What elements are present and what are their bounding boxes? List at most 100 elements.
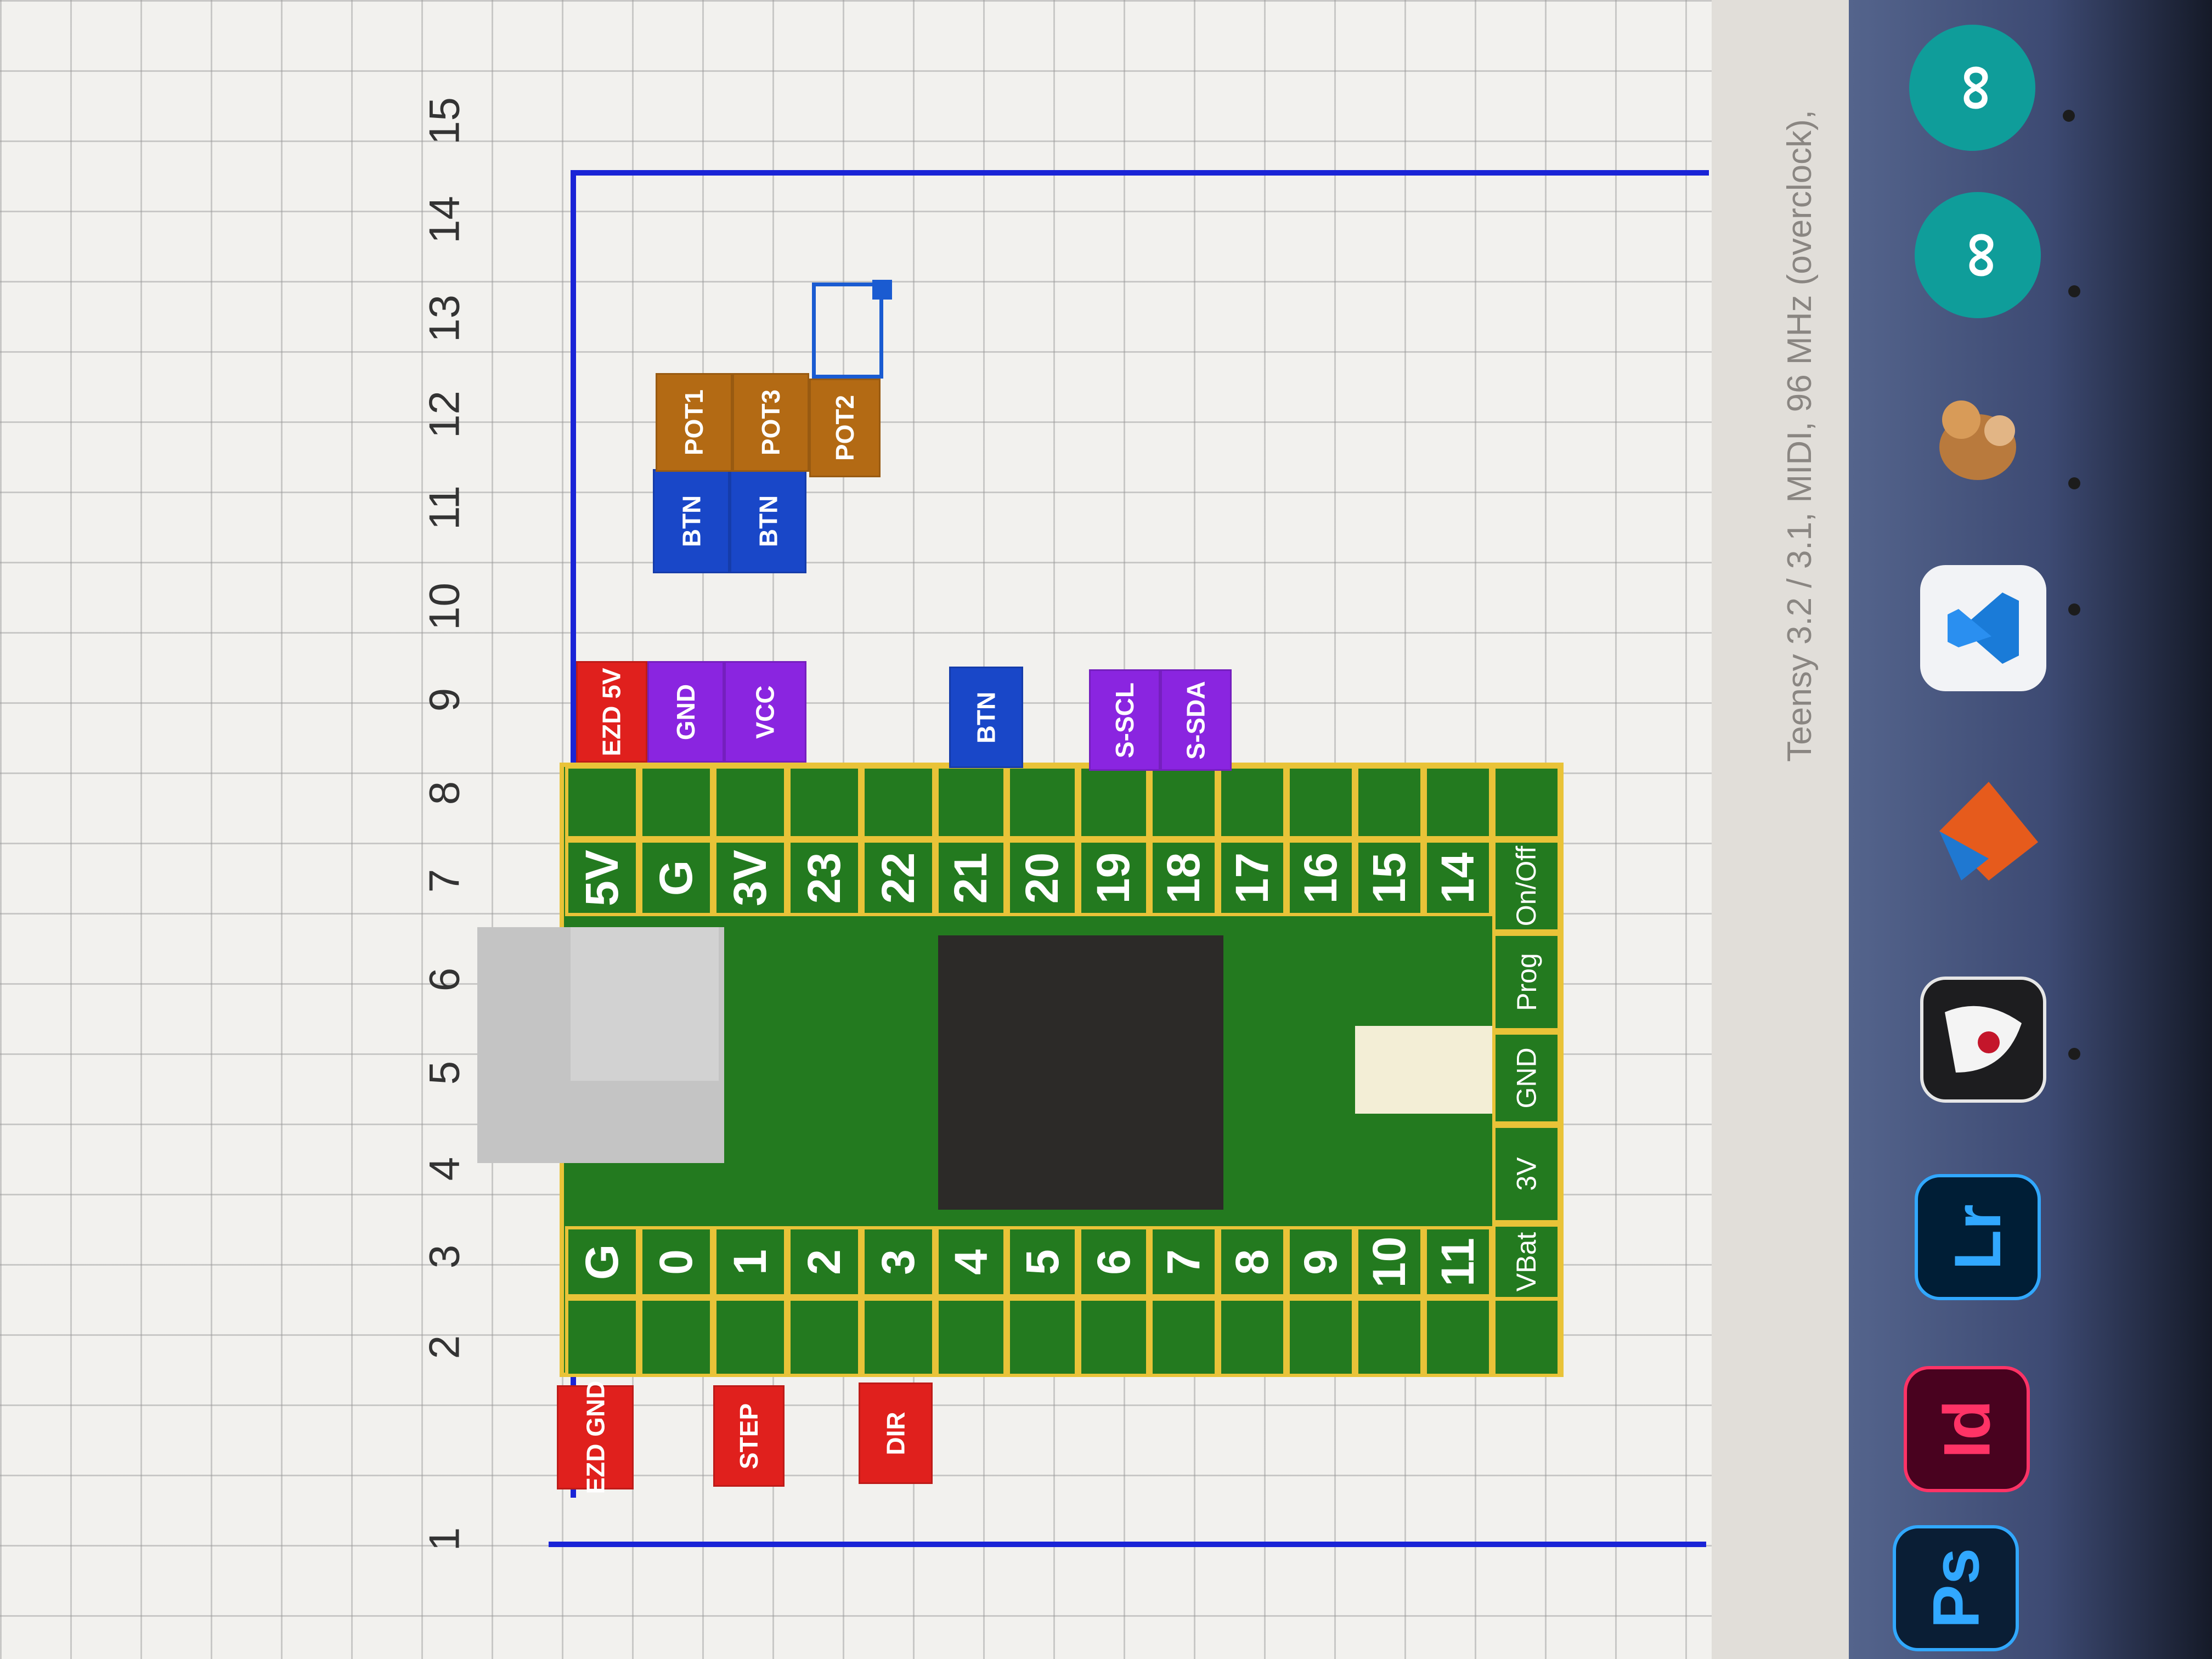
column-number[interactable]: 6 [420,947,470,1013]
column-number[interactable]: 2 [420,1314,470,1380]
column-number[interactable]: 3 [420,1224,470,1290]
tag-dir[interactable]: DIR [859,1383,933,1484]
pin-empty[interactable] [1007,1297,1078,1377]
pin-empty[interactable] [1149,1297,1218,1377]
pin-bottom[interactable]: On/Off [1492,839,1561,933]
pin-empty[interactable] [1078,765,1149,839]
pin-left[interactable]: 2 [787,1226,861,1297]
pin-right[interactable]: 21 [935,839,1007,916]
pin-left[interactable]: 3 [861,1226,935,1297]
pin-left[interactable]: 9 [1286,1226,1355,1297]
column-number[interactable]: 1 [420,1506,470,1572]
pin-right[interactable]: 18 [1149,839,1218,916]
column-number[interactable]: 14 [420,187,470,253]
pin-right[interactable]: G [639,839,713,916]
pin-right[interactable]: 19 [1078,839,1149,916]
pin-empty[interactable] [1355,1297,1424,1377]
arduino-2-app-icon[interactable]: ∞ [1909,25,2035,151]
pin-empty[interactable] [565,1297,639,1377]
pin-bottom[interactable]: GND [1492,1031,1561,1125]
indesign-app-icon[interactable]: Id [1904,1366,2030,1492]
pin-right[interactable]: 22 [861,839,935,916]
matlab-app-icon[interactable] [1926,768,2052,894]
fill-handle[interactable] [872,280,892,300]
column-number[interactable]: 9 [420,667,470,733]
pin-left[interactable]: 1 [713,1226,787,1297]
pin-right[interactable]: 15 [1355,839,1424,916]
pin-left[interactable]: 7 [1149,1226,1218,1297]
pin-empty[interactable] [1424,1297,1492,1377]
pin-right[interactable]: 3V [713,839,787,916]
tag-ezd-gnd[interactable]: EZD GND [557,1381,634,1494]
tag-s-scl[interactable]: S-SCL [1089,669,1160,771]
pin-empty[interactable] [1286,1297,1355,1377]
pin-empty[interactable] [935,1297,1007,1377]
column-number[interactable]: 4 [420,1136,470,1202]
tag-label: POT3 [757,389,785,456]
pin-empty[interactable] [1078,1297,1149,1377]
column-number[interactable]: 10 [420,574,470,640]
pin-empty[interactable] [1218,765,1286,839]
tag-pot3[interactable]: POT3 [732,373,809,472]
tag-pot1[interactable]: POT1 [656,373,732,472]
pin-empty[interactable] [639,1297,713,1377]
photoshop-app-icon[interactable]: Ps [1893,1525,2019,1651]
pin-left[interactable]: 4 [935,1226,1007,1297]
pin-empty[interactable] [861,1297,935,1377]
tag-btn[interactable]: BTN [949,667,1023,768]
pin-right[interactable]: 14 [1424,839,1492,916]
pin-empty[interactable] [713,1297,787,1377]
pin-empty[interactable] [565,765,639,839]
pin-left[interactable]: 8 [1218,1226,1286,1297]
pin-empty[interactable] [1286,765,1355,839]
pin-empty[interactable] [1218,1297,1286,1377]
tag-gnd[interactable]: GND [647,661,724,763]
pin-bottom[interactable]: 3V [1492,1125,1561,1223]
pin-right[interactable]: 5V [565,839,639,916]
pin-right[interactable]: 23 [787,839,861,916]
pin-empty[interactable] [1007,765,1078,839]
app-label: Ps [1919,1548,1993,1629]
tag-s-sda[interactable]: S-SDA [1160,669,1232,771]
pin-bottom[interactable]: Prog [1492,933,1561,1031]
tag-btn[interactable]: BTN [653,469,730,573]
pin-left[interactable]: 10 [1355,1226,1424,1297]
pin-empty[interactable] [1492,1297,1561,1377]
tag-step[interactable]: STEP [713,1385,785,1487]
tag-pot2[interactable]: POT2 [809,379,881,477]
column-number[interactable]: 12 [420,382,470,448]
lightroom-app-icon[interactable]: Lr [1915,1174,2041,1300]
column-number[interactable]: 15 [420,88,470,154]
tag-ezd-5v[interactable]: EZD 5V [576,661,647,763]
pin-empty[interactable] [787,765,861,839]
pin-empty[interactable] [861,765,935,839]
vscode-app-icon[interactable] [1920,565,2046,691]
pin-empty[interactable] [713,765,787,839]
column-number[interactable]: 13 [420,286,470,352]
pin-empty[interactable] [639,765,713,839]
pin-empty[interactable] [935,765,1007,839]
pin-right[interactable]: 17 [1218,839,1286,916]
pin-empty[interactable] [1424,765,1492,839]
pin-left[interactable]: 6 [1078,1226,1149,1297]
pin-left[interactable]: 11 [1424,1226,1492,1297]
mascot-app-icon[interactable] [1915,379,2041,505]
pin-left[interactable]: 5 [1007,1226,1078,1297]
tag-btn[interactable]: BTN [730,469,806,573]
pin-empty[interactable] [1149,765,1218,839]
tag-vcc[interactable]: VCC [724,661,806,763]
pin-empty[interactable] [1492,765,1561,839]
column-number[interactable]: 8 [420,760,470,826]
column-number[interactable]: 7 [420,848,470,914]
column-number[interactable]: 5 [420,1040,470,1106]
pin-right[interactable]: 20 [1007,839,1078,916]
pin-left[interactable]: G [565,1226,639,1297]
pin-bottom[interactable]: VBat [1492,1223,1561,1300]
column-number[interactable]: 11 [420,475,470,541]
pin-empty[interactable] [787,1297,861,1377]
pin-left[interactable]: 0 [639,1226,713,1297]
pin-right[interactable]: 16 [1286,839,1355,916]
pin-empty[interactable] [1355,765,1424,839]
inkscape-app-icon[interactable] [1920,977,2046,1103]
arduino-app-icon[interactable]: ∞ [1915,192,2041,318]
